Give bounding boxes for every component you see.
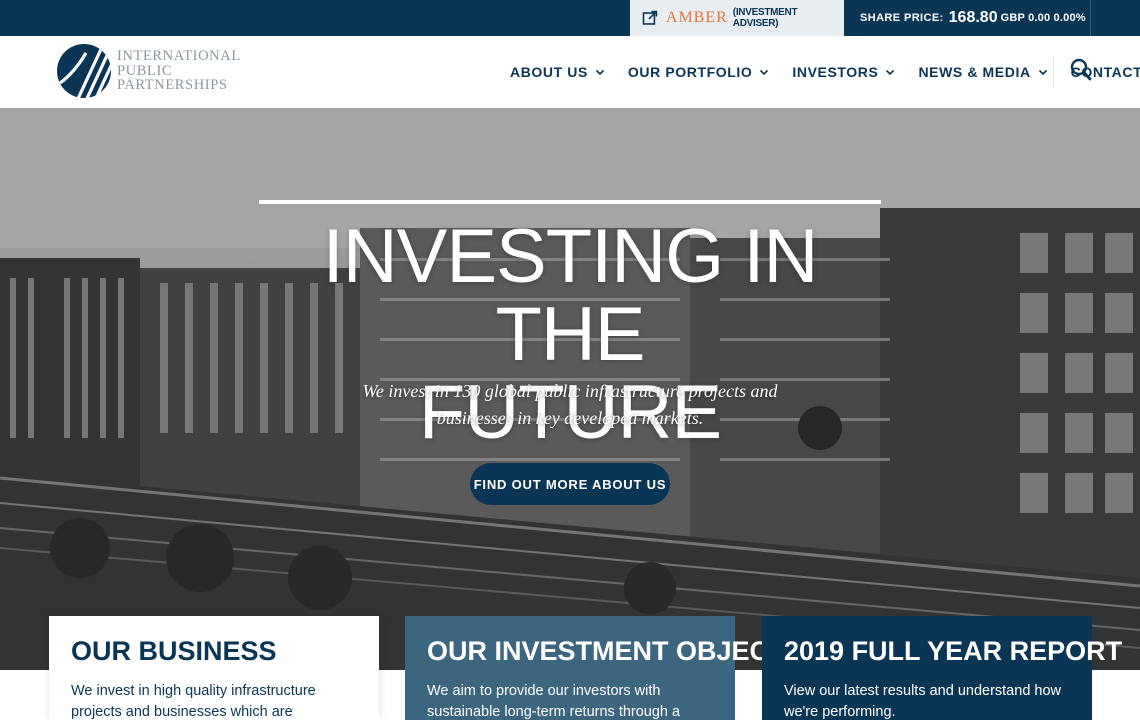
hero-subtitle-line-2: businesses in key developed markets. bbox=[436, 408, 704, 428]
share-price-value: 168.80 bbox=[948, 9, 998, 26]
nav-item-label: INVESTORS bbox=[792, 64, 879, 80]
share-price-change: GBP 0.00 0.00% bbox=[1000, 12, 1086, 24]
hero-banner: INVESTING IN THE FUTURE We invest in 130… bbox=[0, 108, 1140, 670]
nav-item-label: ABOUT US bbox=[510, 64, 588, 80]
logo-mark bbox=[57, 44, 111, 98]
nav-item-our-portfolio[interactable]: OUR PORTFOLIO bbox=[628, 64, 769, 80]
logo-line-2: PUBLIC bbox=[117, 62, 173, 79]
nav-item-label: OUR PORTFOLIO bbox=[627, 64, 753, 80]
hero-subtitle-line-1: We invest in 130 global public infrastru… bbox=[362, 381, 778, 401]
card-text: View our latest results and understand h… bbox=[784, 683, 1062, 720]
nav-item-about-us[interactable]: ABOUT US bbox=[510, 64, 605, 80]
nav-divider bbox=[1053, 56, 1054, 88]
nav-item-news-media[interactable]: NEWS & MEDIA bbox=[918, 64, 1047, 80]
share-price-ticker: SHARE PRICE: 168.80 GBP 0.00 0.00% bbox=[860, 0, 1086, 36]
card-our-business[interactable]: OUR BUSINESS We invest in high quality i… bbox=[49, 616, 379, 720]
card-title: OUR INVESTMENT OBJECTIVES bbox=[427, 636, 848, 666]
logo-wordmark: INTERNATIONAL PUBLIC PARTNERSHIPS bbox=[117, 49, 241, 93]
adviser-label: (INVESTMENT ADVISER) bbox=[732, 7, 798, 29]
external-link-icon bbox=[642, 10, 658, 25]
logo-line-1: INTERNATIONAL bbox=[117, 48, 241, 64]
card-title: OUR BUSINESS bbox=[71, 636, 277, 666]
card-text: We invest in high quality infrastructure… bbox=[71, 683, 316, 720]
nav-item-label: NEWS & MEDIA bbox=[918, 64, 1031, 80]
card-full-year-report[interactable]: 2019 FULL YEAR REPORT View our latest re… bbox=[762, 616, 1123, 720]
nav-item-investors[interactable]: INVESTORS bbox=[792, 64, 895, 80]
find-out-more-button[interactable]: FIND OUT MORE ABOUT US bbox=[470, 463, 670, 505]
hero-divider bbox=[259, 200, 881, 204]
chevron-down-icon bbox=[595, 69, 604, 76]
chevron-down-icon bbox=[1038, 69, 1047, 76]
top-utility-bar: AMBER (INVESTMENT ADVISER) SHARE PRICE: … bbox=[0, 0, 1140, 36]
topbar-divider bbox=[1090, 0, 1091, 36]
logo-line-3: PARTNERSHIPS bbox=[117, 77, 228, 93]
chevron-down-icon bbox=[760, 69, 769, 76]
nav-menu: ABOUT US OUR PORTFOLIO INVESTORS NEWS & … bbox=[510, 36, 1140, 108]
search-icon[interactable] bbox=[1070, 58, 1092, 82]
hero-title-line-1: INVESTING IN THE bbox=[322, 214, 819, 377]
card-title: 2019 FULL YEAR REPORT bbox=[784, 636, 1123, 666]
share-price-label: SHARE PRICE: bbox=[860, 12, 944, 24]
adviser-link[interactable]: AMBER (INVESTMENT ADVISER) bbox=[630, 0, 844, 36]
hero-subtitle: We invest in 130 global public infrastru… bbox=[300, 378, 840, 432]
card-text: We aim to provide our investors with sus… bbox=[427, 683, 681, 720]
site-logo[interactable]: INTERNATIONAL PUBLIC PARTNERSHIPS bbox=[56, 43, 256, 99]
card-investment-objectives[interactable]: OUR INVESTMENT OBJECTIVES We aim to prov… bbox=[405, 616, 848, 720]
chevron-down-icon bbox=[886, 69, 895, 76]
main-navigation: INTERNATIONAL PUBLIC PARTNERSHIPS ABOUT … bbox=[0, 36, 1140, 108]
adviser-name: AMBER bbox=[665, 9, 728, 26]
